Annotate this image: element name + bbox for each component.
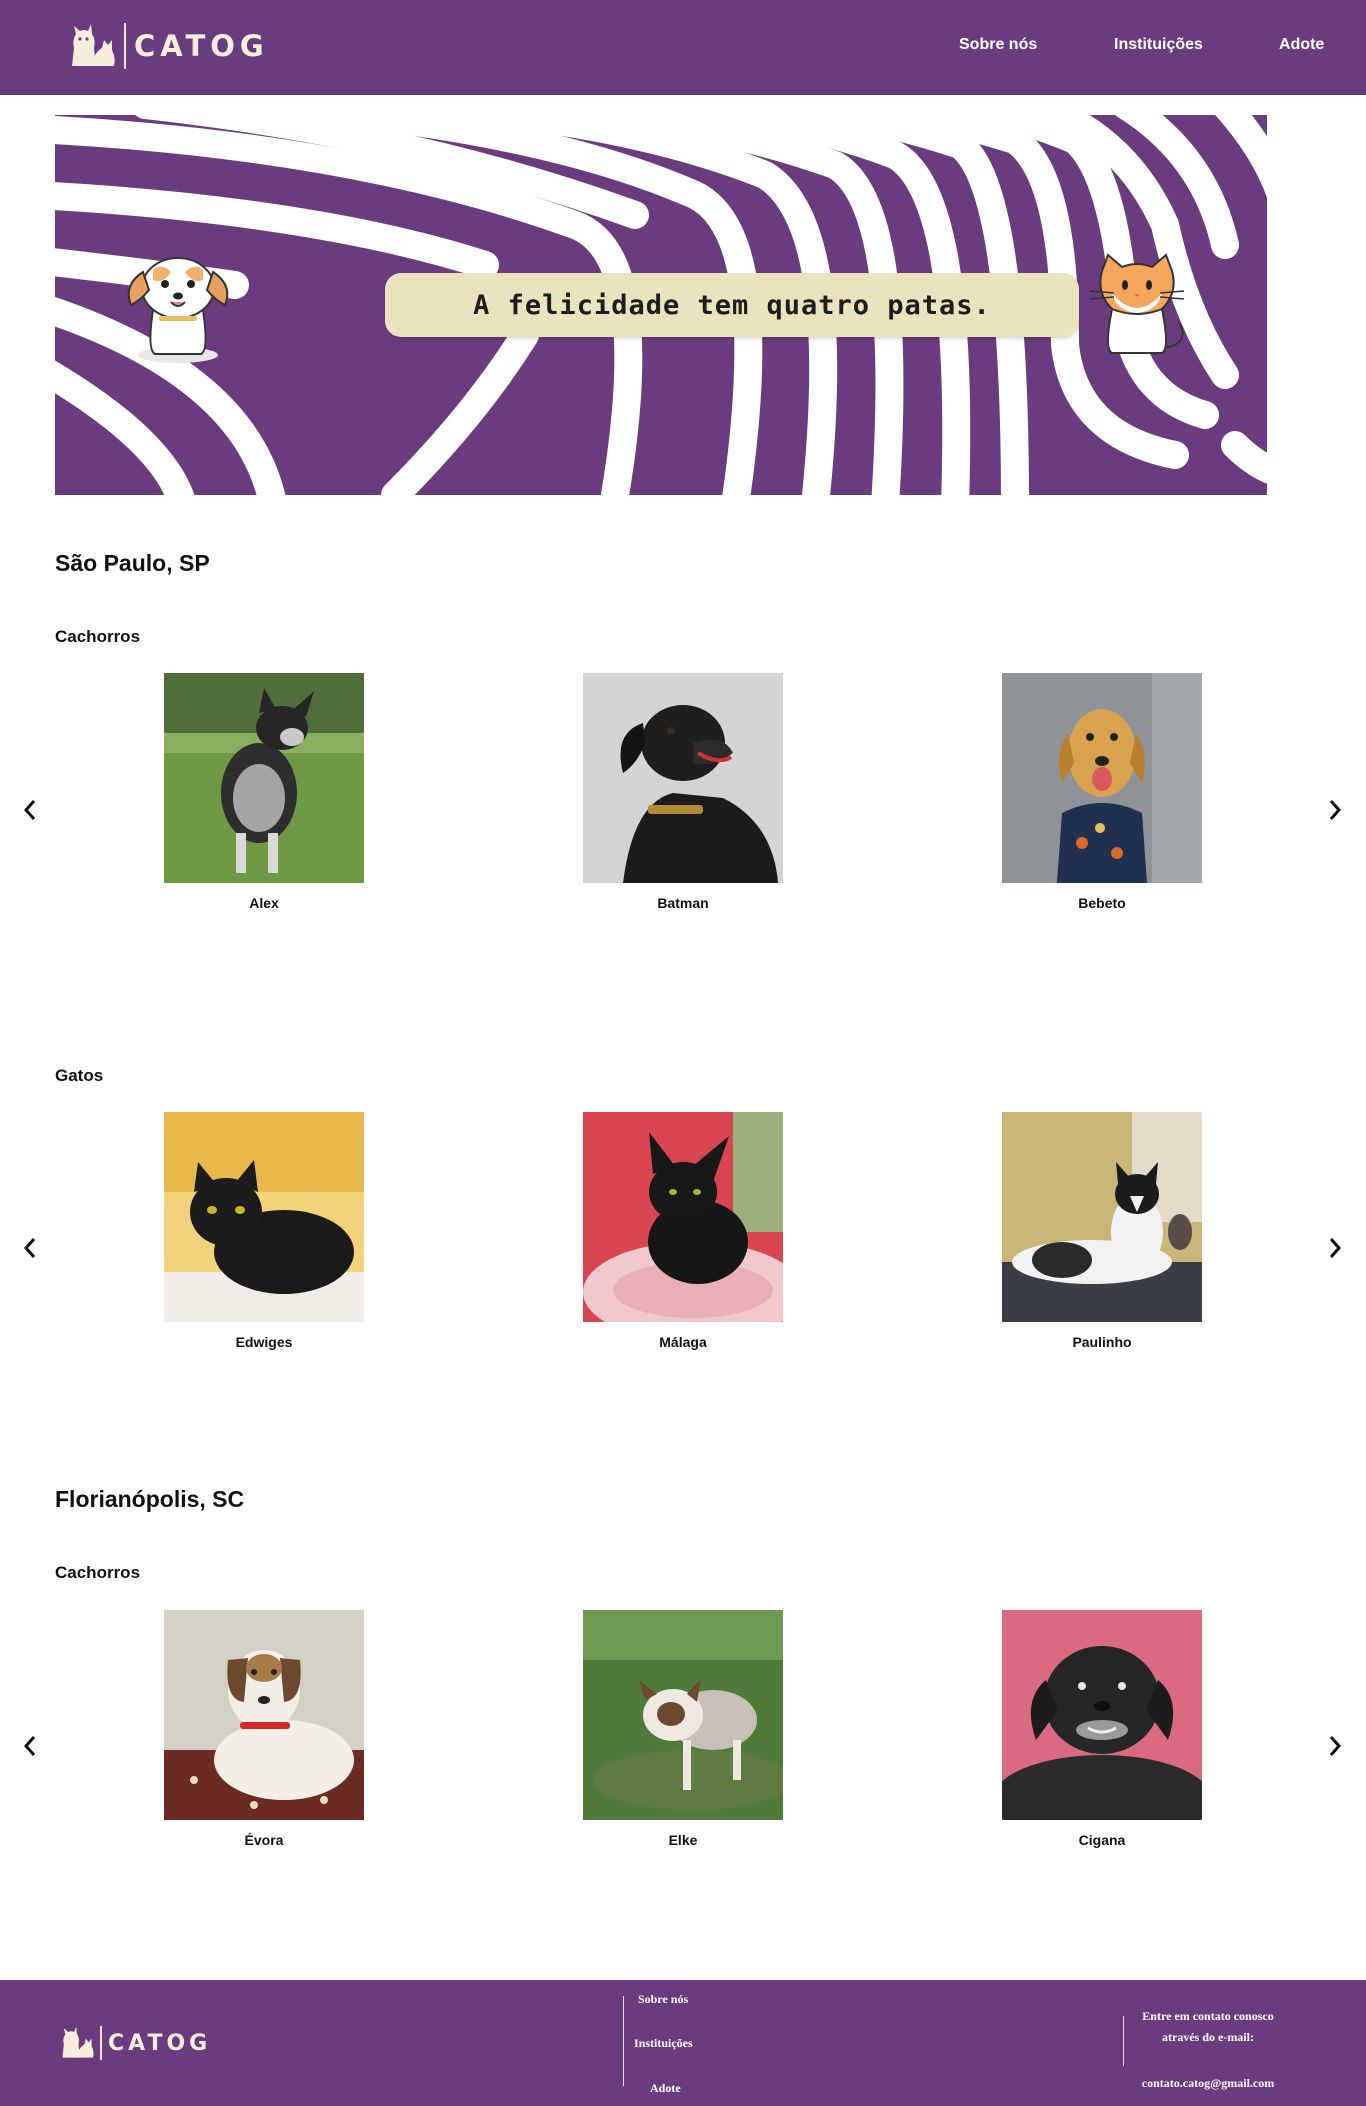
footer-logo[interactable]: CATOG: [58, 2024, 211, 2062]
dog-cat-logo-icon: [62, 2026, 94, 2058]
chevron-left-icon[interactable]: [18, 795, 42, 825]
site-footer: CATOG Sobre nós Instituições Adote Entre…: [0, 1980, 1366, 2106]
header-logo[interactable]: CATOG: [66, 20, 269, 72]
logo-divider: [100, 2026, 102, 2060]
footer-email[interactable]: contato.catog@gmail.com: [1128, 2076, 1288, 2091]
cartoon-cat-art: [1089, 253, 1185, 354]
pet-name: Paulinho: [1072, 1334, 1132, 1350]
footer-link-adote[interactable]: Adote: [650, 2081, 681, 2096]
pet-name: Évora: [244, 1832, 284, 1848]
hero-banner: A felicidade tem quatro patas.: [55, 115, 1284, 495]
pet-photo-batman[interactable]: [583, 673, 783, 883]
pet-card-bebeto[interactable]: Bebeto: [1002, 673, 1202, 911]
category-title-dogs-sp: Cachorros: [55, 627, 141, 646]
pet-photo-elke[interactable]: [583, 1610, 783, 1820]
pet-card-cigana[interactable]: Cigana: [1002, 1610, 1202, 1848]
category-title-cats-sp: Gatos: [55, 1066, 104, 1085]
pet-card-edwiges[interactable]: Edwiges: [164, 1112, 364, 1350]
chevron-right-icon[interactable]: [1323, 1731, 1347, 1761]
chevron-right-icon[interactable]: [1323, 795, 1347, 825]
chevron-right-icon[interactable]: [1323, 1233, 1347, 1263]
banner-slogan: A felicidade tem quatro patas.: [385, 273, 1079, 337]
site-header: CATOG Sobre nós Instituições Adote: [0, 0, 1366, 95]
chevron-left-icon[interactable]: [18, 1233, 42, 1263]
pet-card-paulinho[interactable]: Paulinho: [1002, 1112, 1202, 1350]
pet-photo-edwiges[interactable]: [164, 1112, 364, 1322]
pet-name: Alex: [249, 895, 279, 911]
nav-adote[interactable]: Adote: [1279, 36, 1324, 54]
pet-card-malaga[interactable]: Málaga: [583, 1112, 783, 1350]
city-title-florianopolis: Florianópolis, SC: [55, 1486, 245, 1512]
pet-card-batman[interactable]: Batman: [583, 673, 783, 911]
pet-name: Batman: [657, 895, 709, 911]
pet-card-alex[interactable]: Alex: [164, 673, 364, 911]
logo-divider: [124, 23, 126, 69]
footer-link-instituicoes[interactable]: Instituições: [634, 2036, 693, 2051]
pet-card-evora[interactable]: Évora: [164, 1610, 364, 1848]
city-title-sao-paulo: São Paulo, SP: [55, 550, 210, 576]
pet-name: Cigana: [1078, 1832, 1126, 1848]
pet-card-elke[interactable]: Elke: [583, 1610, 783, 1848]
category-title-dogs-sc: Cachorros: [55, 1563, 141, 1582]
pet-photo-malaga[interactable]: [583, 1112, 783, 1322]
nav-instituicoes[interactable]: Instituições: [1114, 36, 1203, 54]
pet-photo-evora[interactable]: [164, 1610, 364, 1820]
pet-name: Málaga: [659, 1334, 707, 1350]
pet-name: Edwiges: [235, 1334, 293, 1350]
pet-photo-cigana[interactable]: [1002, 1610, 1202, 1820]
pet-name: Elke: [668, 1832, 698, 1848]
footer-contact-text: Entre em contato conosco através do e-ma…: [1142, 2009, 1274, 2044]
footer-link-sobre-nos[interactable]: Sobre nós: [638, 1992, 688, 2007]
logo-text: CATOG: [134, 29, 269, 63]
pet-photo-bebeto[interactable]: [1002, 673, 1202, 883]
footer-divider: [623, 1996, 624, 2086]
cartoon-dog-art: [127, 257, 229, 363]
dog-cat-logo-icon: [72, 24, 115, 66]
chevron-left-icon[interactable]: [18, 1731, 42, 1761]
pet-name: Bebeto: [1078, 895, 1126, 911]
footer-divider: [1123, 2016, 1124, 2066]
pet-photo-alex[interactable]: [164, 673, 364, 883]
logo-text: CATOG: [108, 2030, 212, 2056]
pet-photo-paulinho[interactable]: [1002, 1112, 1202, 1322]
nav-sobre-nos[interactable]: Sobre nós: [959, 36, 1037, 54]
